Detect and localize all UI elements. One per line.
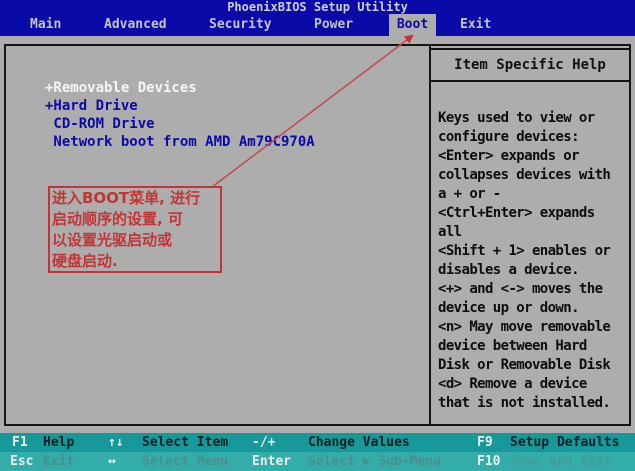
- tab-exit[interactable]: Exit: [460, 14, 491, 36]
- key-esc: Esc: [10, 452, 33, 471]
- key-f9-label: Setup Defaults: [510, 433, 620, 452]
- annotation-box: 进入BOOT菜单, 进行 启动顺序的设置, 可 以设置光驱启动或 硬盘启动.: [48, 186, 222, 273]
- key-f10-label: Save and Exit: [510, 452, 612, 471]
- key-enter-label: Select ▶ Sub-Menu: [308, 452, 441, 471]
- key-updown-icon: ↑↓: [108, 433, 124, 452]
- key-leftright-label: Select Menu: [142, 452, 228, 471]
- boot-item-cdrom-drive[interactable]: CD-ROM Drive: [45, 116, 155, 132]
- menu-bar: Main Advanced Security Power Boot Exit: [0, 14, 635, 36]
- tab-advanced[interactable]: Advanced: [104, 14, 167, 36]
- key-leftright-icon: ↔: [108, 452, 116, 471]
- key-hint-bar: F1 Help ↑↓ Select Item -/+ Change Values…: [0, 433, 635, 471]
- tab-power[interactable]: Power: [314, 14, 353, 36]
- key-f10: F10: [477, 452, 500, 471]
- key-f1-label: Help: [43, 433, 74, 452]
- help-panel-text: Keys used to view or configure devices: …: [438, 109, 628, 413]
- key-esc-label: Exit: [43, 452, 74, 471]
- boot-item-removable-devices[interactable]: +Removable Devices: [45, 80, 197, 96]
- key-hint-row-2: Esc Exit ↔ Select Menu Enter Select ▶ Su…: [0, 452, 635, 471]
- key-f1: F1: [12, 433, 28, 452]
- bios-setup-screen: PhoenixBIOS Setup Utility Main Advanced …: [0, 0, 635, 471]
- boot-item-hard-drive[interactable]: +Hard Drive: [45, 98, 138, 114]
- key-enter: Enter: [252, 452, 291, 471]
- key-minusplus: -/+: [252, 433, 275, 452]
- panel-divider: [429, 44, 431, 426]
- key-updown-label: Select Item: [142, 433, 228, 452]
- key-hint-row-1: F1 Help ↑↓ Select Item -/+ Change Values…: [0, 433, 635, 452]
- key-f9: F9: [477, 433, 493, 452]
- key-minusplus-label: Change Values: [308, 433, 410, 452]
- help-panel-title: Item Specific Help: [431, 48, 629, 82]
- tab-boot-active[interactable]: Boot: [389, 14, 436, 36]
- tab-security[interactable]: Security: [209, 14, 272, 36]
- tab-main[interactable]: Main: [30, 14, 61, 36]
- boot-item-network-boot[interactable]: Network boot from AMD Am79C970A: [45, 134, 315, 150]
- app-title: PhoenixBIOS Setup Utility: [0, 0, 635, 14]
